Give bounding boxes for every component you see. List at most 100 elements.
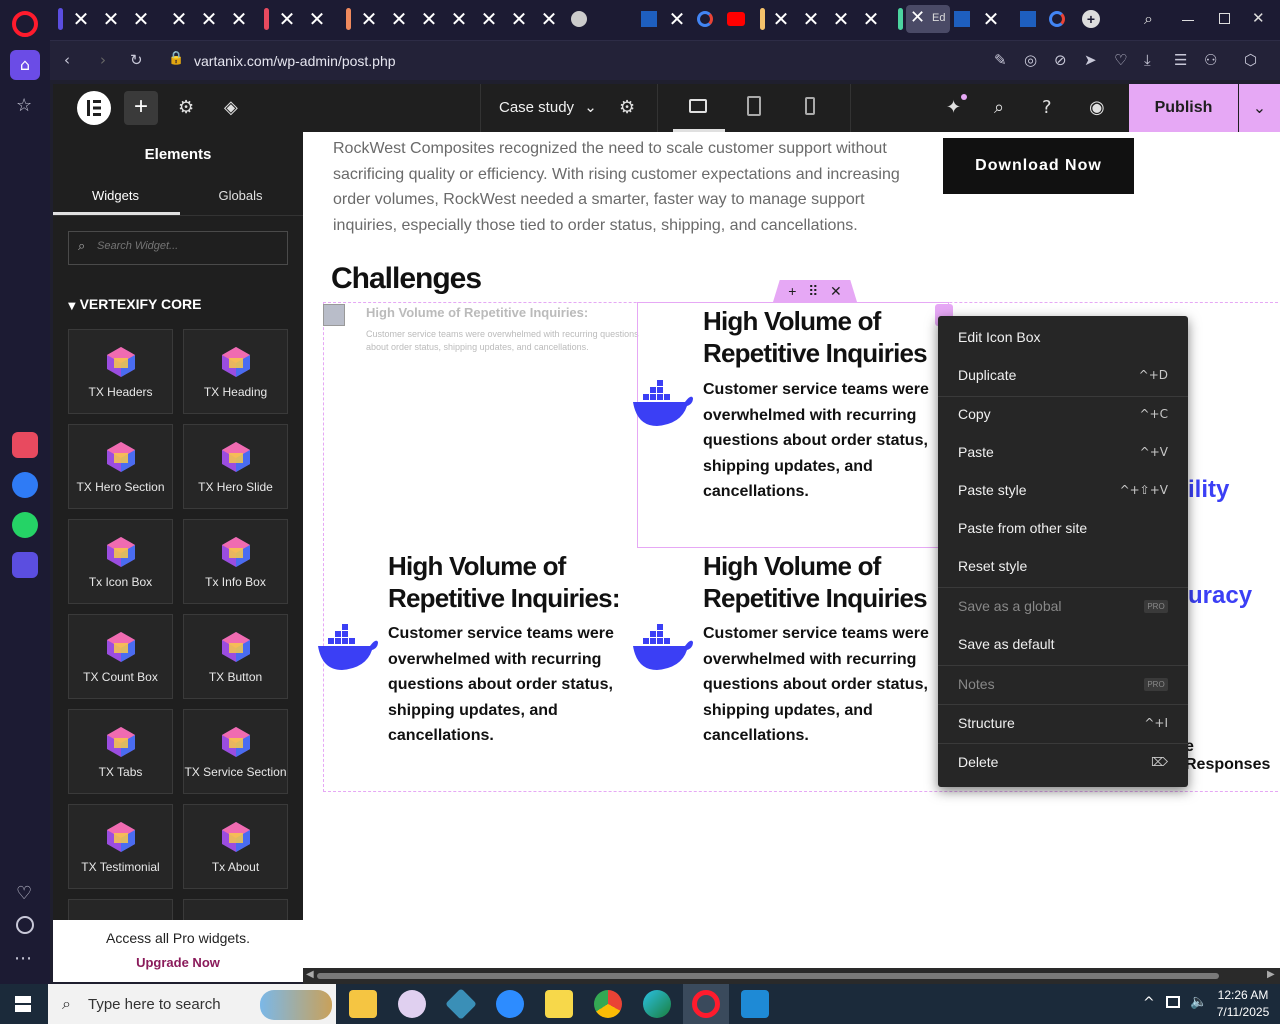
reload-icon[interactable]: ↻	[130, 51, 143, 69]
search-tabs-icon[interactable]: ⌕	[1144, 9, 1153, 29]
network-icon[interactable]	[1166, 996, 1180, 1008]
word-tab-icon[interactable]	[954, 11, 970, 27]
sticky-notes-icon[interactable]	[545, 990, 573, 1018]
help-icon[interactable]: ?	[1042, 97, 1052, 118]
add-icon[interactable]: +	[788, 283, 796, 299]
tab-x-icon[interactable]: ✕	[860, 8, 882, 30]
globe-tab-icon[interactable]	[571, 11, 587, 27]
menu-item-duplicate[interactable]: Duplicate ^+D	[938, 361, 1188, 391]
tab-x-icon[interactable]: ✕	[418, 8, 440, 30]
publish-button[interactable]: Publish	[1129, 84, 1238, 132]
widget-tile-headers[interactable]: TX Headers	[68, 329, 173, 414]
widget-search[interactable]: ⌕	[68, 231, 288, 265]
aria-icon[interactable]	[12, 432, 38, 458]
menu-item-save-as-default[interactable]: Save as default	[938, 630, 1188, 660]
desktop-view-icon[interactable]	[689, 99, 707, 113]
close-icon[interactable]: ✕	[830, 283, 842, 299]
widget-tile-tabs[interactable]: TX Tabs	[68, 709, 173, 794]
widget-tile-icon-box[interactable]: Tx Icon Box	[68, 519, 173, 604]
structure-layers-icon[interactable]: ◈	[224, 97, 238, 118]
zoom-icon[interactable]	[496, 990, 524, 1018]
publish-options-chevron-icon[interactable]: ⌄	[1239, 84, 1280, 132]
horizontal-scrollbar[interactable]: ◀ ▶	[303, 968, 1280, 984]
tab-x-icon[interactable]: ✕	[358, 8, 380, 30]
tab-x-icon[interactable]: ✕	[538, 8, 560, 30]
tab-x-icon[interactable]: ✕	[666, 8, 688, 30]
profile-icon[interactable]: ⚇	[1204, 51, 1217, 69]
whatsapp-icon[interactable]	[12, 512, 38, 538]
google-tab-icon[interactable]	[697, 11, 713, 27]
google-tab-icon[interactable]	[1049, 11, 1065, 27]
widget-tile-testimonial[interactable]: TX Testimonial	[68, 804, 173, 889]
camera-icon[interactable]: ◎	[1024, 51, 1037, 69]
opera-logo-icon[interactable]	[12, 11, 38, 37]
page-name-dropdown[interactable]: Case study ⌄	[499, 98, 597, 116]
tab-x-icon[interactable]: ✕	[770, 8, 792, 30]
new-tab-icon[interactable]: +	[1082, 10, 1100, 28]
notifications-icon[interactable]: ✦	[946, 97, 961, 118]
widget-tile-heading[interactable]: TX Heading	[183, 329, 288, 414]
widget-handle[interactable]: + ⠿ ✕	[773, 280, 857, 302]
widget-tile-hero-slide[interactable]: TX Hero Slide	[183, 424, 288, 509]
menu-item-structure[interactable]: Structure ^+I	[938, 709, 1188, 739]
history-icon[interactable]	[16, 916, 34, 934]
edge-icon[interactable]	[643, 990, 671, 1018]
upgrade-link[interactable]: Upgrade Now	[53, 955, 303, 970]
add-element-button[interactable]: +	[124, 91, 158, 125]
download-now-button[interactable]: Download Now	[943, 138, 1134, 194]
tab-x-icon[interactable]: ✕	[800, 8, 822, 30]
search-icon[interactable]: ⌕	[994, 97, 1004, 118]
word-tab-icon[interactable]	[641, 11, 657, 27]
url-text[interactable]: vartanix.com/wp-admin/post.php	[194, 53, 396, 69]
home-icon[interactable]: ⌂	[10, 50, 40, 80]
widget-tile-hero-section[interactable]: TX Hero Section	[68, 424, 173, 509]
chrome-icon[interactable]	[594, 990, 622, 1018]
back-icon[interactable]: ‹	[64, 51, 70, 69]
scroll-right-icon[interactable]: ▶	[1267, 969, 1275, 980]
messenger-icon[interactable]	[12, 472, 38, 498]
menu-item-paste-from-other-site[interactable]: Paste from other site	[938, 514, 1188, 544]
preview-eye-icon[interactable]: ◉	[1089, 97, 1105, 118]
youtube-tab-icon[interactable]	[727, 12, 745, 26]
widget-tile-info-box[interactable]: Tx Info Box	[183, 519, 288, 604]
widget-search-input[interactable]	[97, 240, 277, 252]
extensions-icon[interactable]: ⬡	[1244, 51, 1257, 69]
tray-chevron-icon[interactable]: ^	[1143, 995, 1155, 1011]
tab-x-icon[interactable]: ✕	[70, 8, 92, 30]
site-settings-icon[interactable]: ⚙	[178, 97, 194, 118]
scrollbar-thumb[interactable]	[317, 973, 1219, 979]
drag-icon[interactable]: ⠿	[808, 283, 818, 299]
widget-tile-about[interactable]: Tx About	[183, 804, 288, 889]
minimize-icon[interactable]	[1182, 20, 1194, 21]
tab-globals[interactable]: Globals	[178, 188, 303, 203]
more-icon[interactable]: ⋯	[14, 948, 32, 969]
tab-x-icon[interactable]: ✕	[980, 8, 1002, 30]
mobile-view-icon[interactable]	[805, 97, 815, 115]
category-header[interactable]: ▼ VERTEXIFY CORE	[68, 296, 201, 312]
widget-tile-count-box[interactable]: TX Count Box	[68, 614, 173, 699]
maximize-icon[interactable]	[1219, 13, 1230, 24]
file-explorer-icon[interactable]	[349, 990, 377, 1018]
edit-icon[interactable]: ✎	[994, 51, 1007, 69]
forward-icon[interactable]: ›	[100, 51, 106, 69]
tab-x-icon[interactable]: ✕	[478, 8, 500, 30]
windows-start-icon[interactable]	[15, 996, 31, 1012]
close-window-icon[interactable]: ✕	[1252, 9, 1265, 27]
music-player-icon[interactable]	[12, 552, 38, 578]
heart-icon[interactable]: ♡	[16, 883, 32, 904]
menu-item-edit-icon-box[interactable]: Edit Icon Box	[938, 323, 1188, 353]
menu-item-delete[interactable]: Delete ⌦	[938, 748, 1188, 778]
tab-x-icon[interactable]: ✕	[130, 8, 152, 30]
tab-widgets[interactable]: Widgets	[53, 188, 178, 203]
tab-x-icon[interactable]: ✕	[830, 8, 852, 30]
menu-item-reset-style[interactable]: Reset style	[938, 552, 1188, 582]
tab-x-icon[interactable]: ✕	[168, 8, 190, 30]
tablet-view-icon[interactable]	[747, 96, 761, 116]
send-icon[interactable]: ➤	[1084, 51, 1097, 69]
menu-item-paste[interactable]: Paste ^+V	[938, 438, 1188, 468]
paint-icon[interactable]	[398, 990, 426, 1018]
app-icon[interactable]	[445, 988, 477, 1020]
tab-x-icon[interactable]: ✕	[228, 8, 250, 30]
scroll-left-icon[interactable]: ◀	[306, 969, 314, 980]
menu-item-paste-style[interactable]: Paste style ^+⇧+V	[938, 476, 1188, 506]
